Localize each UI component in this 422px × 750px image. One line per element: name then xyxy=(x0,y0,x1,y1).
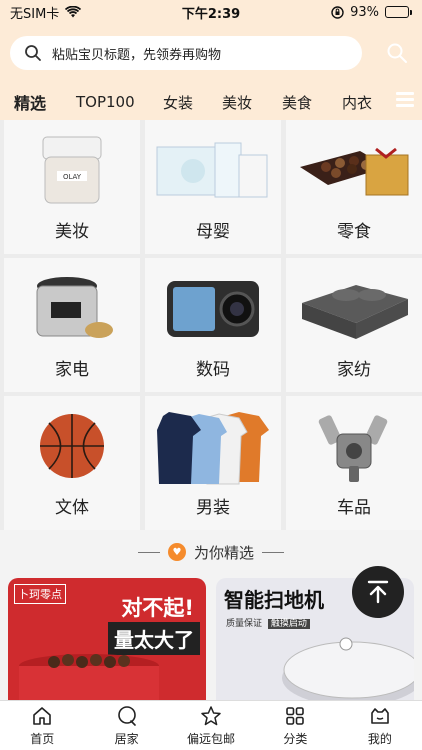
tab-jingxuan[interactable]: 精选 xyxy=(14,90,46,114)
status-right: 93% xyxy=(331,5,412,20)
nav-label: 居家 xyxy=(114,731,139,746)
category-lingshi[interactable]: 零食 xyxy=(286,120,422,254)
category-muying[interactable]: 母婴 xyxy=(145,120,281,254)
carrier-label: 无SIM卡 xyxy=(10,6,60,22)
category-label: 文体 xyxy=(55,498,89,518)
section-header: ♥ 为你精选 xyxy=(0,536,422,568)
basketball-image xyxy=(12,404,132,488)
face-cream-jar-image: OLAY xyxy=(12,128,132,212)
status-bar: 无SIM卡 下午2:39 93% xyxy=(0,0,422,24)
nav-categories[interactable]: 分类 xyxy=(253,701,337,750)
brand-label: 卜珂零点 xyxy=(14,584,66,604)
category-label: 家电 xyxy=(55,360,89,380)
battery-percent: 93% xyxy=(350,4,379,20)
nav-label: 分类 xyxy=(283,731,308,746)
nav-label: 偏远包邮 xyxy=(187,731,236,746)
svg-text:OLAY: OLAY xyxy=(63,173,82,181)
category-meizhuang[interactable]: OLAY 美妆 xyxy=(4,120,140,254)
category-label: 车品 xyxy=(337,498,371,518)
category-label: 家纺 xyxy=(337,360,371,380)
tab-top100[interactable]: TOP100 xyxy=(76,93,135,111)
robot-vacuum-image xyxy=(282,637,414,700)
promo-line-1: 对不起! xyxy=(121,596,194,620)
banner-title: 智能扫地机 xyxy=(224,588,324,612)
divider-line xyxy=(137,551,160,553)
nav-free-shipping[interactable]: 偏远包邮 xyxy=(169,701,253,750)
pressure-cooker-image xyxy=(12,266,132,350)
category-jiafang[interactable]: 家纺 xyxy=(286,258,422,392)
search-placeholder: 粘贴宝贝标题，先领券再购物 xyxy=(52,47,222,63)
menu-icon[interactable] xyxy=(396,92,414,110)
battery-icon xyxy=(385,6,412,18)
bottom-nav: 首页 居家 偏远包邮 分类 我的 xyxy=(0,700,422,750)
category-label: 美妆 xyxy=(55,222,89,242)
tab-meizhuang[interactable]: 美妆 xyxy=(222,92,252,113)
car-phone-holder-image xyxy=(294,404,414,488)
divider-line xyxy=(262,551,284,553)
orientation-lock-icon xyxy=(331,5,344,19)
nav-label: 我的 xyxy=(367,731,392,746)
heart-icon: ♥ xyxy=(167,543,186,561)
header: 粘贴宝贝标题，先领券再购物 精选 TOP100 女装 美妆 美食 内衣 xyxy=(0,24,422,120)
bedding-set-image xyxy=(294,266,414,350)
star-icon xyxy=(201,705,221,725)
home-icon xyxy=(33,706,52,725)
profile-icon xyxy=(371,707,389,724)
grid-icon xyxy=(286,706,305,725)
diaper-packs-image xyxy=(153,128,273,212)
action-camera-image xyxy=(153,266,273,350)
category-tabs: 精选 TOP100 女装 美妆 美食 内衣 xyxy=(0,84,422,120)
section-title: 为你精选 xyxy=(193,543,254,562)
search-icon xyxy=(25,45,41,61)
nav-profile[interactable]: 我的 xyxy=(338,701,422,750)
status-left: 无SIM卡 xyxy=(10,3,82,22)
category-nanzhuang[interactable]: 男装 xyxy=(145,396,281,530)
nav-home-goods[interactable]: 居家 xyxy=(84,701,168,750)
category-wenti[interactable]: 文体 xyxy=(4,396,140,530)
nav-label: 首页 xyxy=(30,731,55,746)
tag-text: 质量保证 xyxy=(226,619,263,629)
tab-meishi[interactable]: 美食 xyxy=(282,92,312,113)
chat-bubble-icon xyxy=(117,705,136,726)
snack-bucket-image xyxy=(19,654,159,700)
category-label: 男装 xyxy=(196,498,230,518)
category-label: 数码 xyxy=(196,360,230,380)
back-to-top-button[interactable] xyxy=(352,566,404,618)
category-shuma[interactable]: 数码 xyxy=(145,258,281,392)
category-grid: OLAY 美妆 母婴 零食 家电 数码 家纺 文体 男装 车品 xyxy=(0,120,422,530)
product-banner-snack[interactable]: 卜珂零点 对不起! 量太大了 xyxy=(8,578,206,700)
category-jiadian[interactable]: 家电 xyxy=(4,258,140,392)
wifi-icon xyxy=(65,6,82,18)
category-label: 母婴 xyxy=(196,222,230,242)
search-button-icon[interactable] xyxy=(386,42,408,64)
chocolate-box-image xyxy=(294,128,414,212)
category-label: 零食 xyxy=(337,222,371,242)
nav-home[interactable]: 首页 xyxy=(0,701,84,750)
search-input[interactable]: 粘贴宝贝标题，先领券再购物 xyxy=(10,36,362,70)
tab-neiyi[interactable]: 内衣 xyxy=(342,92,372,113)
category-chepin[interactable]: 车品 xyxy=(286,396,422,530)
arrow-up-icon xyxy=(367,580,389,604)
polo-shirts-image xyxy=(153,404,273,488)
tab-nvzhuang[interactable]: 女装 xyxy=(163,92,193,113)
